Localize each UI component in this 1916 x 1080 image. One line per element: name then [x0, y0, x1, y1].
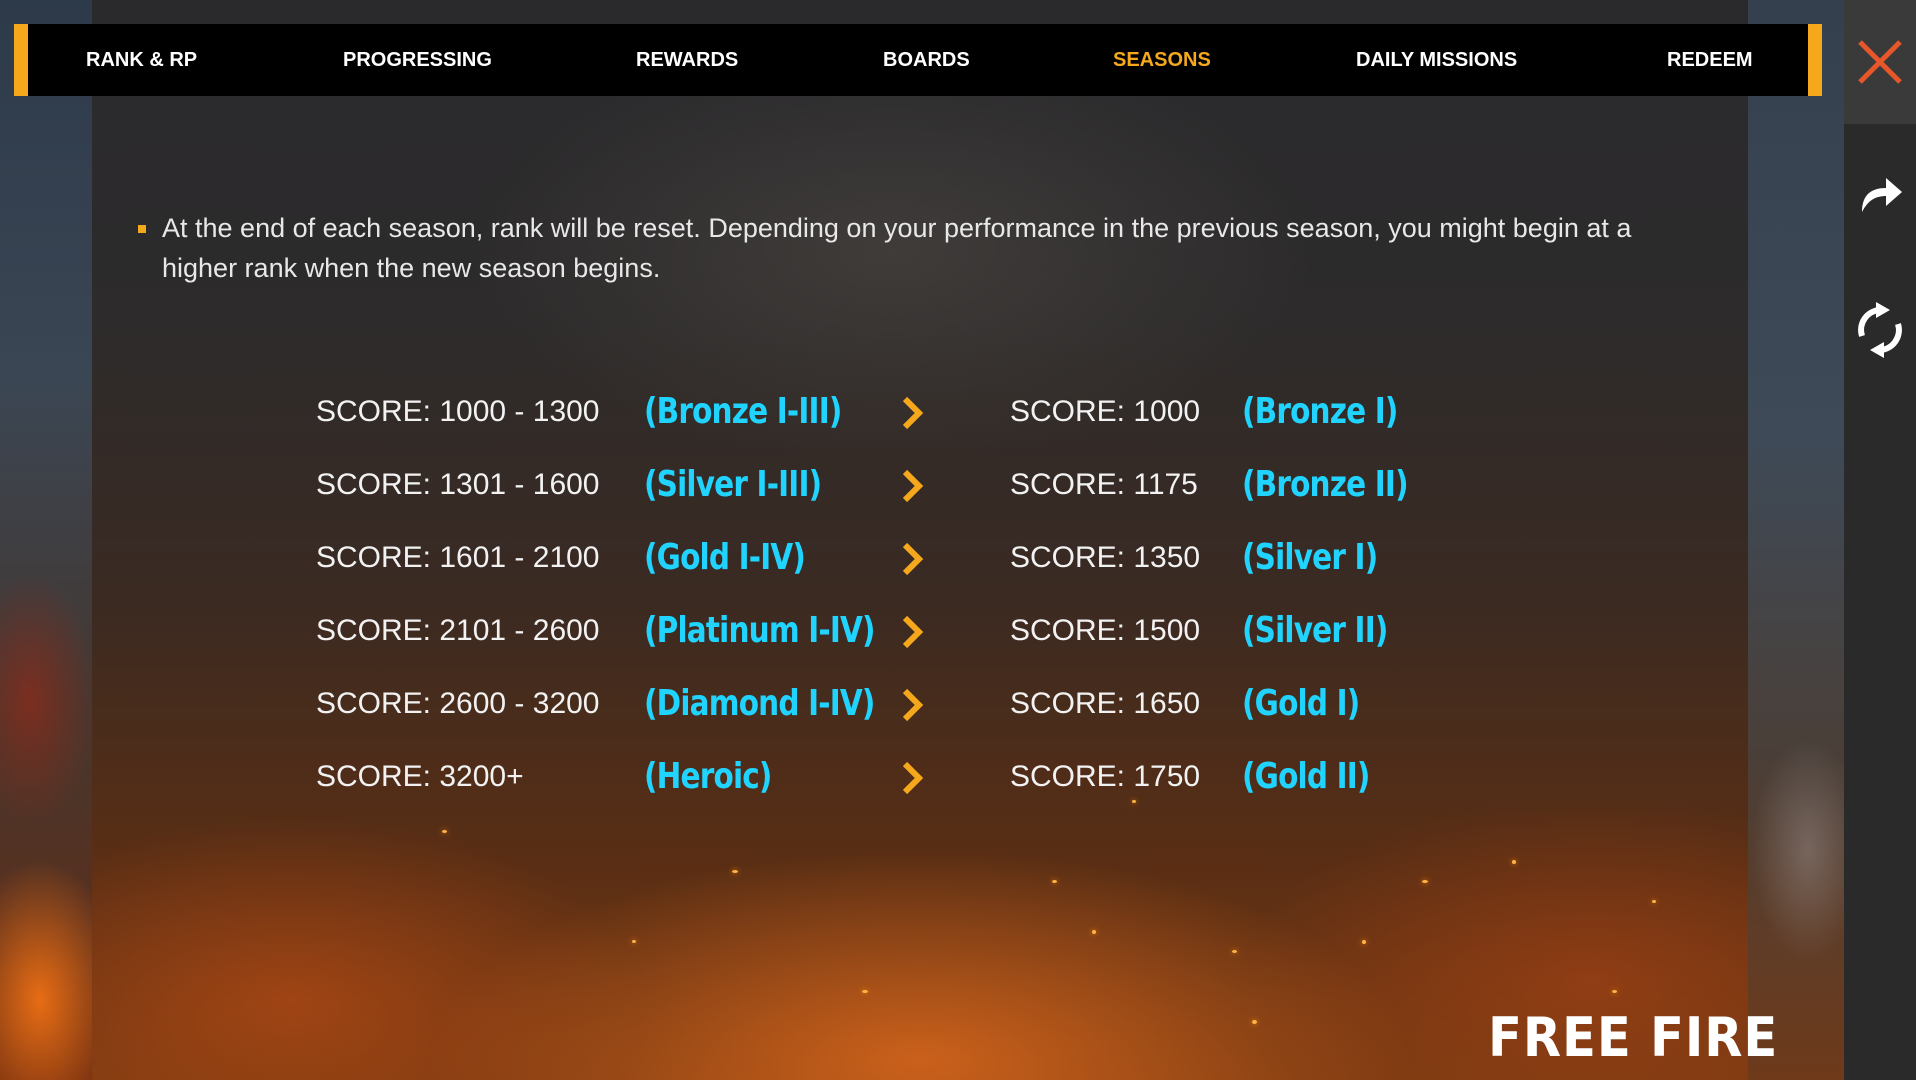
previous-score: SCORE: 1601 - 2100 — [316, 541, 600, 574]
previous-rank: (Bronze I-III) — [644, 391, 842, 432]
top-nav-bar: RANK & RP PROGRESSING REWARDS BOARDS SEA… — [14, 24, 1822, 96]
new-score: SCORE: 1000 — [1010, 395, 1201, 428]
chevron-right-icon — [902, 396, 924, 430]
close-icon — [1858, 40, 1902, 84]
ember — [442, 830, 447, 833]
close-button[interactable] — [1844, 0, 1916, 124]
ember — [1092, 930, 1096, 934]
right-sidebar — [1844, 0, 1916, 1080]
chevron-right-icon — [902, 761, 924, 795]
previous-score: SCORE: 1000 - 1300 — [316, 395, 600, 428]
share-button[interactable] — [1844, 154, 1916, 234]
new-score: SCORE: 1500 — [1010, 614, 1201, 647]
score-row: SCORE: 1301 - 1600 (Silver I-III) SCORE:… — [0, 460, 1844, 510]
new-rank: (Silver II) — [1242, 610, 1388, 651]
score-row: SCORE: 2101 - 2600 (Platinum I-IV) SCORE… — [0, 606, 1844, 656]
free-fire-logo: FREE FIRE — [1488, 1006, 1779, 1069]
previous-score: SCORE: 2101 - 2600 — [316, 614, 600, 647]
new-rank: (Bronze I) — [1242, 391, 1398, 432]
tab-progressing[interactable]: PROGRESSING — [343, 24, 492, 96]
score-row: SCORE: 1000 - 1300 (Bronze I-III) SCORE:… — [0, 387, 1844, 437]
new-score: SCORE: 1650 — [1010, 687, 1201, 720]
previous-rank: (Diamond I-IV) — [644, 683, 875, 724]
score-row: SCORE: 1601 - 2100 (Gold I-IV) SCORE: 13… — [0, 533, 1844, 583]
bullet-marker — [138, 225, 146, 233]
ember — [1252, 1020, 1257, 1024]
season-reset-description: At the end of each season, rank will be … — [162, 213, 1632, 283]
tab-rewards[interactable]: REWARDS — [636, 24, 738, 96]
previous-score: SCORE: 2600 - 3200 — [316, 687, 600, 720]
ember — [1052, 880, 1057, 883]
score-row: SCORE: 2600 - 3200 (Diamond I-IV) SCORE:… — [0, 679, 1844, 729]
new-rank: (Gold I) — [1242, 683, 1360, 724]
ember — [632, 940, 636, 943]
previous-rank: (Heroic) — [644, 756, 772, 797]
new-score: SCORE: 1175 — [1010, 468, 1198, 501]
score-row: SCORE: 3200+ (Heroic) SCORE: 1750 (Gold … — [0, 752, 1844, 802]
previous-score: SCORE: 3200+ — [316, 760, 524, 793]
nav-cap-right — [1808, 24, 1822, 96]
ember — [1232, 950, 1237, 953]
new-score: SCORE: 1350 — [1010, 541, 1201, 574]
tab-seasons[interactable]: SEASONS — [1113, 24, 1211, 96]
new-rank: (Bronze II) — [1242, 464, 1409, 505]
nav-cap-left — [14, 24, 28, 96]
ember — [1512, 860, 1516, 864]
previous-rank: (Platinum I-IV) — [644, 610, 876, 651]
ember — [1652, 900, 1656, 903]
new-rank: (Gold II) — [1242, 756, 1370, 797]
previous-rank: (Silver I-III) — [644, 464, 822, 505]
ember — [1612, 990, 1617, 993]
ember — [1422, 880, 1428, 883]
chevron-right-icon — [902, 469, 924, 503]
share-arrow-icon — [1862, 178, 1902, 212]
chevron-right-icon — [902, 542, 924, 576]
refresh-button[interactable] — [1844, 290, 1916, 370]
ember — [862, 990, 868, 993]
ember — [732, 870, 738, 873]
chevron-right-icon — [902, 688, 924, 722]
tab-boards[interactable]: BOARDS — [883, 24, 970, 96]
refresh-icon — [1858, 302, 1902, 358]
tab-daily-missions[interactable]: DAILY MISSIONS — [1356, 24, 1517, 96]
previous-score: SCORE: 1301 - 1600 — [316, 468, 600, 501]
ember — [1362, 940, 1366, 944]
new-score: SCORE: 1750 — [1010, 760, 1201, 793]
previous-rank: (Gold I-IV) — [644, 537, 806, 578]
tab-redeem[interactable]: REDEEM — [1667, 24, 1753, 96]
new-rank: (Silver I) — [1242, 537, 1378, 578]
tab-rank-rp[interactable]: RANK & RP — [86, 24, 197, 96]
chevron-right-icon — [902, 615, 924, 649]
